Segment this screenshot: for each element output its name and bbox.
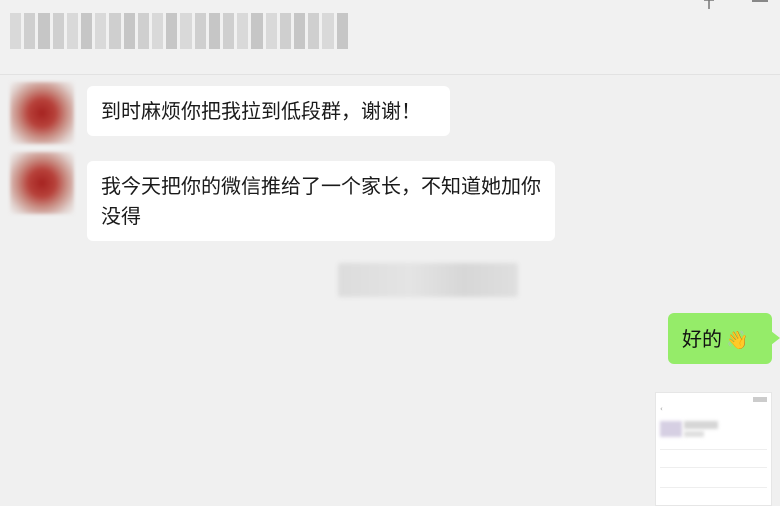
thumb-name-blurred <box>684 421 718 429</box>
avatar[interactable] <box>10 82 74 144</box>
wave-hand-icon: 👋 <box>726 330 749 351</box>
image-message-thumbnail[interactable]: ‹ <box>655 392 772 506</box>
message-bubble-incoming[interactable]: 到时麻烦你把我拉到低段群，谢谢！ <box>87 86 450 136</box>
message-text: 好的 <box>682 327 722 351</box>
timestamp-blurred <box>338 263 518 297</box>
chat-header <box>0 0 780 75</box>
chat-title-blurred <box>10 13 348 49</box>
thumb-divider <box>660 487 767 488</box>
thumb-divider <box>660 449 767 450</box>
thumb-avatar-blurred <box>660 421 682 437</box>
minimize-icon[interactable] <box>752 0 768 8</box>
thumb-back-icon: ‹ <box>660 405 663 413</box>
pin-icon[interactable] <box>700 0 718 10</box>
avatar[interactable] <box>10 152 74 214</box>
thumb-divider <box>660 467 767 468</box>
message-bubble-incoming[interactable]: 我今天把你的微信推给了一个家长，不知道她加你没得 <box>87 161 555 241</box>
thumb-status-icons <box>753 397 767 402</box>
message-bubble-outgoing[interactable]: 好的 👋 <box>668 313 780 364</box>
thumb-sub-blurred <box>684 431 704 437</box>
